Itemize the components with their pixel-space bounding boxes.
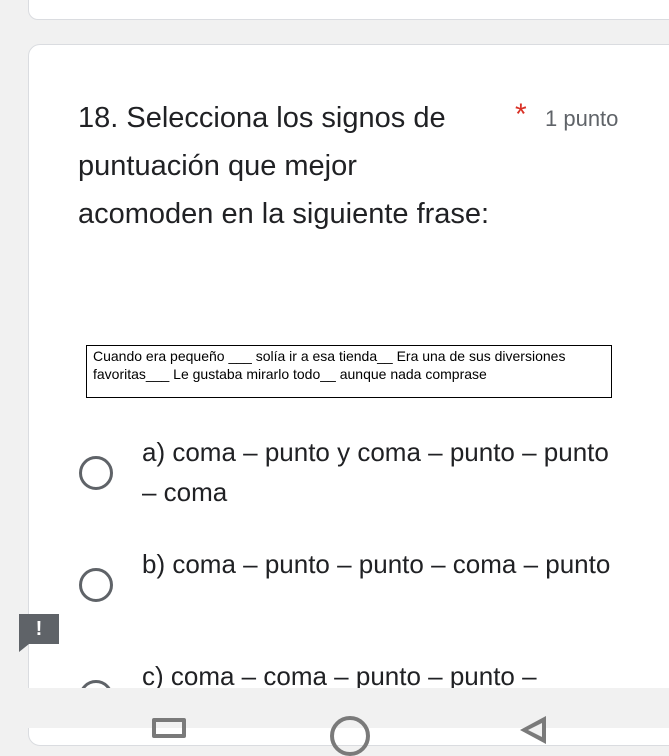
points-label: 1 punto [545, 106, 619, 131]
home-icon[interactable] [330, 716, 370, 756]
previous-question-card [28, 0, 669, 20]
radio-button-b[interactable] [79, 568, 113, 602]
android-navigation-bar [0, 688, 669, 756]
sentence-image: Cuando era pequeño ___ solía ir a esa ti… [86, 345, 612, 398]
option-b-label[interactable]: b) coma – punto – punto – coma – punto [142, 544, 612, 584]
required-asterisk: * [515, 98, 527, 131]
question-title: 18. Selecciona los signos de puntuación … [78, 102, 490, 230]
back-icon[interactable] [520, 716, 546, 744]
option-c-label[interactable]: c) coma – coma – punto – punto – [142, 656, 612, 688]
radio-button-a[interactable] [79, 456, 113, 490]
radio-button-c[interactable] [79, 680, 113, 688]
alert-icon[interactable]: ! [19, 614, 59, 652]
recents-icon[interactable] [152, 718, 186, 738]
option-c[interactable]: c) coma – coma – punto – punto – [0, 654, 669, 688]
option-a-label[interactable]: a) coma – punto y coma – punto – punto –… [142, 432, 612, 512]
